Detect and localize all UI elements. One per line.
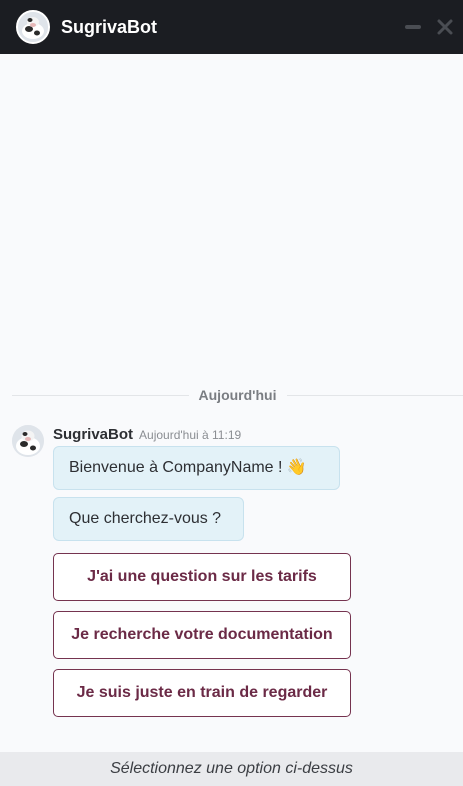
close-button[interactable] — [435, 14, 455, 40]
option-button-browsing[interactable]: Je suis juste en train de regarder — [53, 669, 351, 717]
chat-window: SugrivaBot Aujourd'hui SugrivaBot Aujour… — [0, 0, 463, 786]
cow-avatar-icon — [16, 10, 50, 44]
close-icon — [437, 19, 453, 35]
divider — [12, 394, 189, 396]
minimize-button[interactable] — [403, 14, 423, 40]
message-timestamp: Aujourd'hui à 11:19 — [139, 428, 242, 442]
message-bubble: Que cherchez-vous ? — [53, 497, 244, 541]
cow-avatar-icon — [12, 425, 44, 457]
minimize-icon — [405, 25, 421, 29]
message-list[interactable]: Aujourd'hui SugrivaBot Aujourd'hui à 11:… — [0, 54, 463, 752]
chat-title: SugrivaBot — [61, 16, 158, 37]
option-button-documentation[interactable]: Je recherche votre documentation — [53, 611, 351, 659]
date-label: Aujourd'hui — [198, 387, 277, 403]
window-controls — [403, 14, 455, 40]
footer-hint: Sélectionnez une option ci-dessus — [0, 752, 463, 786]
message-bubble: Bienvenue à CompanyName ! 👋 — [53, 446, 340, 490]
chat-header: SugrivaBot — [0, 0, 463, 54]
bot-avatar — [12, 425, 44, 457]
date-separator: Aujourd'hui — [12, 385, 463, 405]
divider — [286, 394, 463, 396]
message-meta: SugrivaBot Aujourd'hui à 11:19 — [53, 426, 241, 443]
message-sender: SugrivaBot — [53, 426, 134, 443]
option-button-pricing[interactable]: J'ai une question sur les tarifs — [53, 553, 351, 601]
